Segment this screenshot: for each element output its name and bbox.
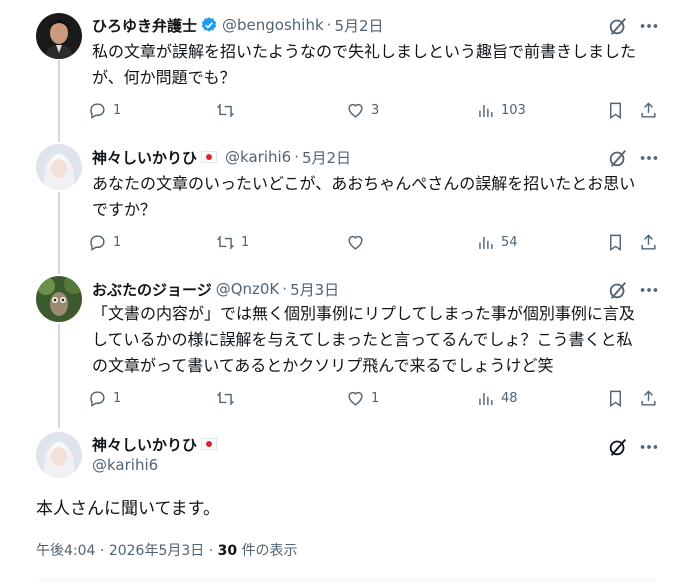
reply-icon (90, 234, 105, 251)
reply-count: 1 (113, 102, 122, 118)
retweet-button[interactable] (216, 387, 241, 409)
heart-icon (348, 103, 363, 118)
tweet-actions: 1 1 54 (88, 231, 678, 253)
display-name[interactable]: おぶたのジョージ (92, 279, 212, 300)
retweet-count: 1 (241, 234, 250, 250)
like-count: 1 (371, 390, 380, 406)
more-options-icon[interactable] (638, 147, 660, 169)
tweet-actions: 1 3 103 (88, 99, 678, 121)
display-name[interactable]: 神々しいかりひ (92, 434, 197, 455)
display-name[interactable]: 神々しいかりひ (92, 147, 197, 168)
grok-icon[interactable] (607, 279, 629, 301)
tweet-text: 私の文章が誤解を招いたようなので失礼しましという趣旨で前書きしました が、何か問… (92, 42, 637, 87)
retweet-button[interactable] (216, 99, 241, 121)
separator-dot: · (204, 543, 218, 559)
tweet-header: おぶたのジョージ @Qnz0K · 5月3日 (92, 278, 339, 300)
views-count: 30 (217, 543, 238, 559)
views-icon (479, 392, 493, 405)
conversation-thread: ひろゆき弁護士 @bengoshihk · 5月2日 私の文章が誤解を招いたよう… (0, 0, 691, 587)
share-button[interactable] (639, 387, 658, 409)
views-count: 103 (501, 102, 526, 118)
timestamp[interactable]: 5月2日 (302, 147, 351, 168)
reply-icon (90, 102, 105, 119)
tweet-actions: 1 1 48 (88, 387, 678, 409)
thread-line (58, 192, 60, 274)
reply-button[interactable]: 1 (88, 387, 121, 409)
share-icon (641, 101, 656, 118)
separator-dot: · (282, 280, 288, 298)
share-icon (641, 233, 656, 250)
handle[interactable]: @karihi6 (225, 148, 291, 166)
japan-flag-icon (201, 151, 218, 163)
heart-icon (348, 235, 363, 250)
views-button[interactable]: 48 (476, 387, 518, 409)
separator-dot: · (326, 16, 332, 34)
verified-badge-icon (200, 16, 218, 34)
reply-button[interactable]: 1 (88, 231, 121, 253)
bookmark-icon (610, 234, 621, 251)
tweet-text: あなたの文章のいったいどこが、あおちゃんぺさんの誤解を招いたとお思い ですか？ (92, 174, 636, 219)
avatar[interactable] (36, 432, 82, 478)
like-button[interactable] (346, 231, 371, 253)
views-label: 件の表示 (241, 543, 298, 559)
grok-icon[interactable] (607, 436, 629, 458)
views-button[interactable]: 103 (476, 99, 526, 121)
grok-icon[interactable] (607, 147, 629, 169)
timestamp[interactable]: 5月2日 (334, 15, 383, 36)
tweet-meta: 午後4:04 · 2026年5月3日 · 30 件の表示 (36, 540, 298, 560)
reply-button[interactable]: 1 (88, 99, 121, 121)
share-button[interactable] (639, 99, 658, 121)
handle[interactable]: @karihi6 (92, 456, 158, 474)
thread-line (58, 324, 60, 428)
share-icon (641, 389, 656, 406)
grok-icon[interactable] (607, 15, 629, 37)
avatar[interactable] (36, 13, 82, 59)
bookmark-button[interactable] (606, 231, 625, 253)
heart-icon (348, 391, 363, 406)
tweet-header: ひろゆき弁護士 @bengoshihk · 5月2日 (92, 14, 384, 36)
tweet-text: 「文書の内容が」では無く個別事例にリプしてしまった事が個別事例に言及 しているか… (92, 304, 635, 375)
separator-dot: · (294, 148, 299, 166)
more-options-icon[interactable] (638, 436, 660, 458)
views-count: 54 (501, 234, 518, 250)
views-button[interactable]: 54 (476, 231, 518, 253)
thread-line (58, 60, 60, 142)
retweet-button[interactable]: 1 (216, 231, 249, 253)
reply-icon (90, 390, 105, 407)
bookmark-icon (610, 102, 621, 119)
views-icon (479, 104, 493, 117)
tweet-header: 神々しいかりひ @karihi6 · 5月2日 (92, 146, 351, 168)
bookmark-button[interactable] (606, 99, 625, 121)
more-options-icon[interactable] (638, 279, 660, 301)
post-date[interactable]: 2026年5月3日 (109, 543, 204, 559)
avatar[interactable] (36, 276, 82, 322)
japan-flag-icon (201, 438, 218, 450)
more-options-icon[interactable] (638, 15, 660, 37)
handle[interactable]: @Qnz0K (216, 280, 280, 298)
like-button[interactable]: 1 (346, 387, 379, 409)
views-count: 48 (501, 390, 518, 406)
post-time[interactable]: 午後4:04 (36, 543, 95, 559)
retweet-icon (216, 103, 235, 117)
views-icon (479, 236, 493, 249)
display-name[interactable]: ひろゆき弁護士 (92, 15, 197, 36)
handle[interactable]: @bengoshihk (222, 16, 324, 34)
share-button[interactable] (639, 231, 658, 253)
separator-dot: · (95, 543, 109, 559)
reply-count: 1 (113, 234, 122, 250)
retweet-icon (216, 235, 235, 249)
bookmark-button[interactable] (606, 387, 625, 409)
retweet-icon (216, 391, 235, 405)
like-button[interactable]: 3 (346, 99, 379, 121)
reply-count: 1 (113, 390, 122, 406)
divider (36, 580, 656, 581)
bookmark-icon (610, 390, 621, 407)
avatar[interactable] (36, 144, 82, 190)
tweet-header: 神々しいかりひ (92, 433, 218, 455)
tweet-text: 本人さんに聞いてます。 (36, 499, 220, 519)
like-count: 3 (371, 102, 380, 118)
timestamp[interactable]: 5月3日 (290, 279, 339, 300)
